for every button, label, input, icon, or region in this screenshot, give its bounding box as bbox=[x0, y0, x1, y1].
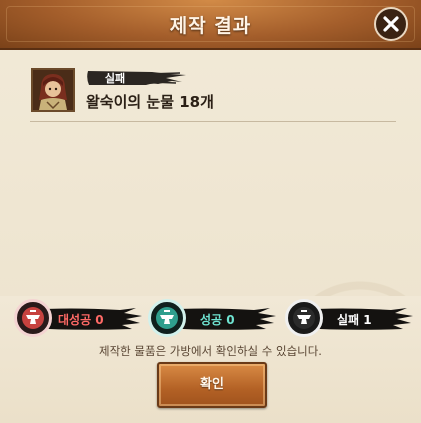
close-x-icon bbox=[383, 16, 399, 32]
character-portrait-icon bbox=[31, 68, 75, 112]
stat-great-success-label: 대성공 0 bbox=[58, 313, 104, 327]
stat-failure: 실패 1 bbox=[285, 299, 413, 339]
stat-success-label: 성공 0 bbox=[200, 313, 235, 327]
stat-failure-label: 실패 1 bbox=[337, 313, 372, 327]
status-text: 실패 bbox=[104, 72, 126, 85]
stat-success: 성공 0 bbox=[148, 299, 276, 339]
notice-text: 제작한 물품은 가방에서 확인하실 수 있습니다. bbox=[99, 344, 322, 358]
anvil-icon-teal bbox=[148, 299, 186, 337]
close-button[interactable] bbox=[374, 7, 408, 41]
item-name: 왈숙이의 눈물 18개 bbox=[86, 93, 214, 111]
result-item-row: 실패 왈숙이의 눈물 18개 bbox=[30, 65, 396, 122]
anvil-icon-white bbox=[285, 299, 323, 337]
dialog-title: 제작 결과 bbox=[169, 15, 252, 37]
crafting-result-dialog: 제작 결과 실패 왈숙이의 눈물 18개 대성공 0 성공 0 실패 1 제작한… bbox=[0, 0, 421, 423]
confirm-button[interactable]: 확인 bbox=[157, 362, 267, 408]
anvil-icon-red bbox=[14, 299, 52, 337]
status-badge: 실패 bbox=[86, 69, 186, 87]
dialog-header: 제작 결과 bbox=[0, 0, 421, 50]
stat-great-success: 대성공 0 bbox=[14, 299, 142, 339]
